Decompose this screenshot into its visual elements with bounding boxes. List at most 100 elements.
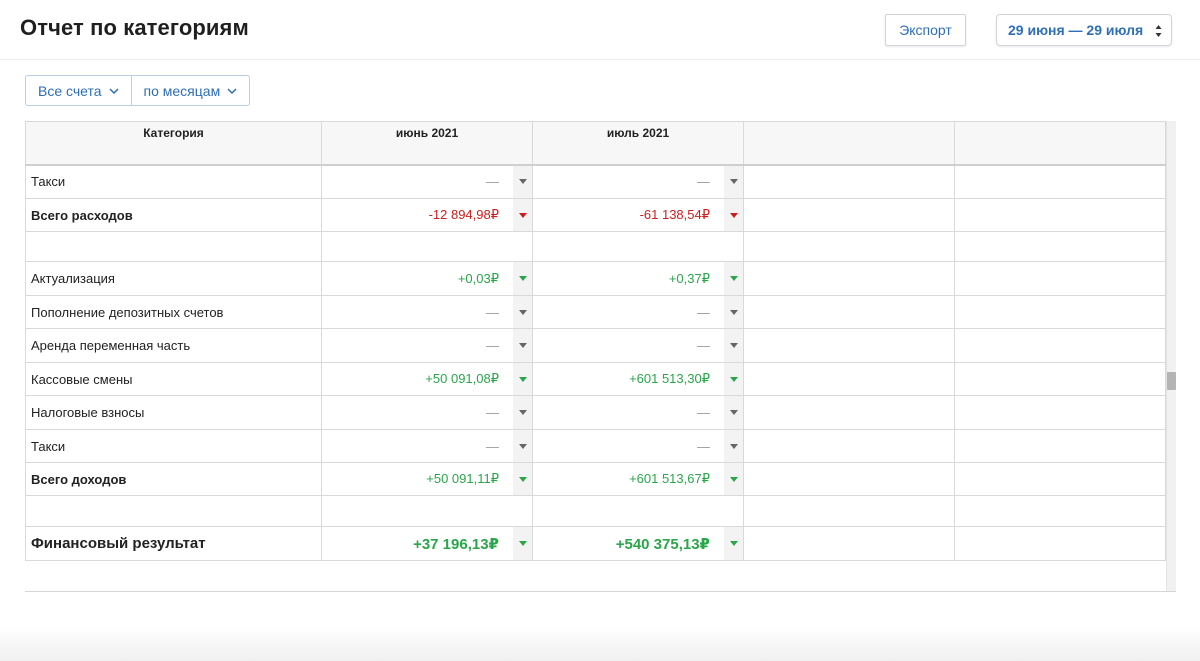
value-cell-june: —: [321, 164, 533, 199]
scrollbar-thumb[interactable]: [1167, 372, 1176, 390]
table-row: Всего расходов -12 894,98₽ -61 138,54₽: [25, 198, 1166, 232]
category-cell: Всего доходов: [25, 462, 322, 496]
sort-updown-icon: [1155, 25, 1162, 37]
value-cell-june: —: [321, 395, 533, 430]
amount-value: +50 091,11₽: [426, 471, 499, 486]
value-cell-july: —: [532, 395, 744, 430]
table-row: Пополнение депозитных счетов — —: [25, 295, 1166, 329]
empty-cell: [954, 164, 1166, 199]
category-cell: Кассовые смены: [25, 362, 322, 396]
row-dropdown-button[interactable]: [724, 463, 743, 495]
row-dropdown-button[interactable]: [724, 296, 743, 328]
amount-value: —: [486, 438, 499, 454]
value-cell-june: +0,03₽: [321, 261, 533, 296]
export-button[interactable]: Экспорт: [885, 14, 966, 46]
empty-cell: [954, 231, 1166, 262]
value-cell-june: —: [321, 429, 533, 463]
caret-down-icon: [518, 343, 527, 348]
caret-down-icon: [729, 410, 738, 415]
row-dropdown-button[interactable]: [513, 329, 532, 362]
row-dropdown-button[interactable]: [724, 396, 743, 429]
row-dropdown-button[interactable]: [513, 527, 532, 560]
row-dropdown-button[interactable]: [513, 396, 532, 429]
empty-cell: [743, 429, 955, 463]
caret-down-icon: [518, 309, 527, 315]
amount-value: +0,37₽: [668, 270, 710, 286]
caret-down-icon: [518, 212, 527, 218]
caret-down-icon: [729, 343, 738, 348]
caret-down-icon: [729, 179, 738, 185]
row-dropdown-button[interactable]: [724, 199, 743, 231]
table-row: Актуализация +0,03₽ +0,37₽: [25, 261, 1166, 296]
value-cell-july: —: [532, 429, 744, 463]
empty-cell: [954, 295, 1166, 329]
filter-group: Все счета по месяцам: [25, 75, 251, 106]
empty-cell: [743, 231, 955, 262]
empty-cell: [954, 395, 1166, 430]
row-dropdown-button[interactable]: [724, 165, 743, 198]
caret-down-icon: [729, 541, 738, 546]
caret-down-icon: [518, 179, 527, 185]
table-body: Такси — — Всего расходов -12 894,98₽ -61 138,…: [25, 164, 1166, 561]
category-cell: Пополнение депозитных счетов: [25, 295, 322, 329]
table-row: Финансовый результат +37 196,13₽ +540 375,…: [25, 526, 1166, 561]
table-row: Налоговые взносы — —: [25, 395, 1166, 430]
column-header-category: Категория: [25, 121, 322, 165]
empty-cell: [954, 429, 1166, 463]
empty-cell: [743, 526, 955, 561]
value-cell-july: +540 375,13₽: [532, 526, 744, 561]
table-row: Аренда переменная часть — —: [25, 328, 1166, 363]
date-range-select[interactable]: 29 июня — 29 июля: [996, 14, 1172, 46]
report-table-container: Категория июнь 2021 июль 2021 Такси — — Все…: [25, 121, 1176, 592]
table-row: [25, 495, 1166, 527]
amount-value: —: [697, 438, 710, 454]
row-dropdown-button[interactable]: [513, 463, 532, 495]
value-cell-june: +50 091,08₽: [321, 362, 533, 396]
amount-value: +50 091,08₽: [425, 371, 499, 386]
amount-value: +601 513,30₽: [629, 371, 710, 386]
empty-cell: [743, 328, 955, 363]
empty-cell: [743, 395, 955, 430]
caret-down-icon: [729, 309, 738, 315]
accounts-filter-button[interactable]: Все счета: [26, 76, 131, 105]
row-dropdown-button[interactable]: [724, 430, 743, 462]
value-cell-july: —: [532, 295, 744, 329]
row-dropdown-button[interactable]: [513, 199, 532, 231]
row-dropdown-button[interactable]: [513, 262, 532, 295]
row-dropdown-button[interactable]: [513, 363, 532, 395]
report-table: Категория июнь 2021 июль 2021 Такси — — Все…: [25, 121, 1166, 561]
caret-down-icon: [729, 276, 738, 281]
category-cell: Финансовый результат: [25, 526, 322, 561]
grouping-filter-label: по месяцам: [143, 82, 221, 99]
column-header-empty: [743, 121, 955, 165]
row-dropdown-button[interactable]: [724, 363, 743, 395]
grouping-filter-button[interactable]: по месяцам: [130, 76, 250, 105]
amount-value: +37 196,13₽: [413, 535, 499, 553]
row-dropdown-button[interactable]: [724, 329, 743, 362]
category-cell: Такси: [25, 164, 322, 199]
row-dropdown-button[interactable]: [724, 527, 743, 560]
empty-cell: [743, 362, 955, 396]
value-cell-june: +37 196,13₽: [321, 526, 533, 561]
row-dropdown-button[interactable]: [724, 262, 743, 295]
chevron-down-icon: [108, 87, 119, 94]
value-cell-july: +601 513,30₽: [532, 362, 744, 396]
empty-cell: [954, 526, 1166, 561]
amount-value: +0,03₽: [457, 270, 499, 286]
empty-cell: [954, 328, 1166, 363]
empty-cell: [954, 198, 1166, 232]
vertical-scrollbar[interactable]: [1166, 121, 1176, 591]
row-dropdown-button[interactable]: [513, 430, 532, 462]
value-cell-july: —: [532, 328, 744, 363]
row-dropdown-button[interactable]: [513, 165, 532, 198]
amount-value: -12 894,98₽: [428, 207, 499, 222]
row-dropdown-button[interactable]: [513, 296, 532, 328]
column-header-july: июль 2021: [532, 121, 744, 165]
caret-down-icon: [518, 410, 527, 415]
amount-value: +540 375,13₽: [615, 535, 710, 553]
category-cell: Актуализация: [25, 261, 322, 296]
column-header-empty: [954, 121, 1166, 165]
category-cell: Такси: [25, 429, 322, 463]
caret-down-icon: [518, 541, 527, 546]
caret-down-icon: [729, 376, 738, 382]
